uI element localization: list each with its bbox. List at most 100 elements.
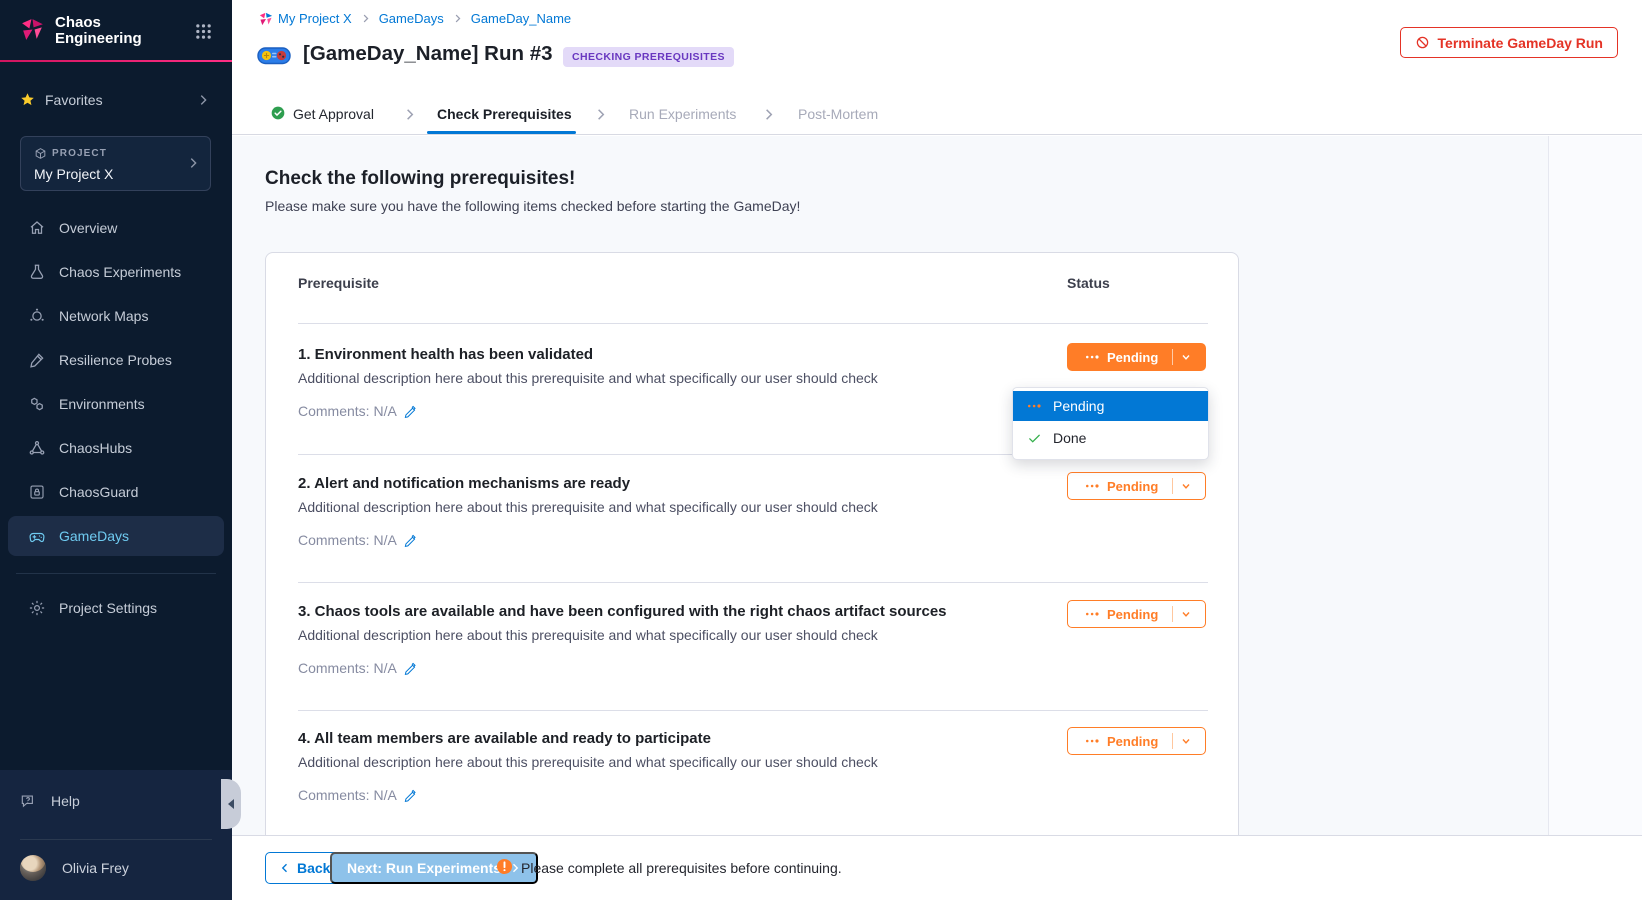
sidebar-divider [20, 839, 212, 840]
column-header-prerequisite: Prerequisite [298, 275, 379, 291]
page-title: [GameDay_Name] Run #3 [303, 42, 553, 66]
probe-icon [28, 351, 46, 369]
warning-icon [495, 857, 514, 876]
wizard-footer: Back Next: Run Experiments Please comple… [232, 835, 1642, 900]
status-option-done[interactable]: Done [1013, 421, 1208, 455]
help-chat-icon [20, 793, 38, 810]
column-header-status: Status [1067, 275, 1110, 291]
sidebar-item-chaoshubs[interactable]: ChaosHubs [8, 428, 224, 468]
pending-dots-icon [1085, 482, 1100, 490]
chevron-left-icon [227, 799, 235, 809]
sidebar-item-label: Project Settings [59, 600, 157, 616]
chevron-right-icon [186, 156, 200, 170]
button-divider [1172, 733, 1173, 749]
content-subheading: Please make sure you have the following … [265, 198, 800, 214]
terminate-gameday-button[interactable]: Terminate GameDay Run [1400, 27, 1618, 58]
button-divider [1172, 606, 1173, 622]
status-option-label: Pending [1053, 398, 1104, 414]
pending-dots-icon [1085, 610, 1100, 618]
status-dropdown-button-row4[interactable]: Pending [1067, 727, 1206, 755]
table-row: 3. Chaos tools are available and have be… [298, 603, 1038, 620]
status-dropdown-button-row3[interactable]: Pending [1067, 600, 1206, 628]
prerequisite-title: 3. Chaos tools are available and have be… [298, 603, 1038, 620]
prerequisite-title: 1. Environment health has been validated [298, 346, 1038, 363]
edit-pencil-icon[interactable] [404, 404, 418, 418]
button-divider [1172, 478, 1173, 494]
status-option-pending[interactable]: Pending [1013, 391, 1208, 421]
home-icon [28, 219, 46, 237]
table-row: 1. Environment health has been validated… [298, 346, 1038, 363]
comments-label: Comments: N/A [298, 660, 397, 676]
tab-post-mortem[interactable]: Post-Mortem [798, 106, 878, 122]
sidebar-item-resilience-probes[interactable]: Resilience Probes [8, 340, 224, 380]
help-button[interactable]: Help [0, 786, 232, 816]
sidebar-item-label: Environments [59, 396, 145, 412]
sidebar-divider [16, 573, 216, 574]
sidebar-item-label: GameDays [59, 528, 129, 544]
chevron-right-icon [452, 13, 463, 24]
user-name: Olivia Frey [62, 860, 129, 876]
status-dropdown-button-row1[interactable]: Pending [1067, 343, 1206, 371]
chevron-down-icon [1180, 480, 1192, 492]
prerequisite-description: Additional description here about this p… [298, 754, 878, 770]
sidebar-item-gamedays[interactable]: GameDays [8, 516, 224, 556]
status-menu: Pending Done [1012, 387, 1209, 460]
status-label: Pending [1107, 350, 1158, 365]
sidebar-item-label: Chaos Experiments [59, 264, 181, 280]
status-option-label: Done [1053, 430, 1086, 446]
help-label: Help [51, 793, 80, 809]
status-badge: CHECKING PREREQUISITES [563, 47, 734, 67]
avatar [20, 855, 46, 881]
chevron-left-icon [279, 862, 291, 874]
favorites-row[interactable]: Favorites [0, 86, 232, 114]
comments-label: Comments: N/A [298, 787, 397, 803]
page-header: My Project X GameDays GameDay_Name [Game… [232, 0, 1642, 135]
table-divider [298, 582, 1208, 583]
gamepad-emoji-icon [257, 44, 291, 67]
brand-divider [0, 60, 232, 62]
edit-pencil-icon[interactable] [404, 533, 418, 547]
check-icon [1027, 432, 1042, 445]
table-row: 2. Alert and notification mechanisms are… [298, 475, 1038, 492]
project-selector[interactable]: PROJECT My Project X [20, 136, 211, 191]
user-row[interactable]: Olivia Frey [0, 853, 232, 893]
project-label: PROJECT [52, 148, 107, 159]
breadcrumb-gameday-name-link[interactable]: GameDay_Name [471, 11, 571, 26]
prerequisite-title: 2. Alert and notification mechanisms are… [298, 475, 1038, 492]
chevron-right-icon [402, 107, 417, 122]
chevron-right-icon [360, 13, 371, 24]
gamepad-icon [28, 527, 46, 546]
hub-icon [28, 439, 46, 457]
tab-check-prerequisites[interactable]: Check Prerequisites [437, 106, 572, 122]
network-icon [28, 307, 46, 325]
sidebar-collapse-handle[interactable] [221, 779, 241, 829]
sidebar-item-project-settings[interactable]: Project Settings [8, 588, 224, 628]
comments-label: Comments: N/A [298, 403, 397, 419]
prerequisites-card: Prerequisite Status 1. Environment healt… [265, 252, 1239, 835]
status-label: Pending [1107, 479, 1158, 494]
sidebar-item-chaos-experiments[interactable]: Chaos Experiments [8, 252, 224, 292]
breadcrumb-project-link[interactable]: My Project X [278, 11, 352, 26]
edit-pencil-icon[interactable] [404, 661, 418, 675]
prohibit-icon [1415, 35, 1430, 50]
status-dropdown-button-row2[interactable]: Pending [1067, 472, 1206, 500]
module-grid-icon[interactable] [195, 23, 212, 40]
prerequisite-description: Additional description here about this p… [298, 370, 878, 386]
favorites-label: Favorites [45, 92, 103, 108]
breadcrumb-gamedays-link[interactable]: GameDays [379, 11, 444, 26]
chevron-right-icon [761, 107, 776, 122]
sidebar-item-overview[interactable]: Overview [8, 208, 224, 248]
sidebar-item-network-maps[interactable]: Network Maps [8, 296, 224, 336]
cube-icon [34, 147, 47, 160]
app-title-line1: Chaos [55, 15, 142, 31]
sidebar-item-environments[interactable]: Environments [8, 384, 224, 424]
pending-dots-icon [1027, 402, 1042, 410]
content-heading: Check the following prerequisites! [265, 168, 575, 190]
sidebar-item-label: ChaosGuard [59, 484, 138, 500]
tab-get-approval[interactable]: Get Approval [293, 106, 374, 122]
edit-pencil-icon[interactable] [404, 788, 418, 802]
sidebar-item-chaosguard[interactable]: ChaosGuard [8, 472, 224, 512]
sidebar-item-label: Network Maps [59, 308, 148, 324]
tab-run-experiments[interactable]: Run Experiments [629, 106, 736, 122]
scroll-gutter [1548, 136, 1642, 835]
